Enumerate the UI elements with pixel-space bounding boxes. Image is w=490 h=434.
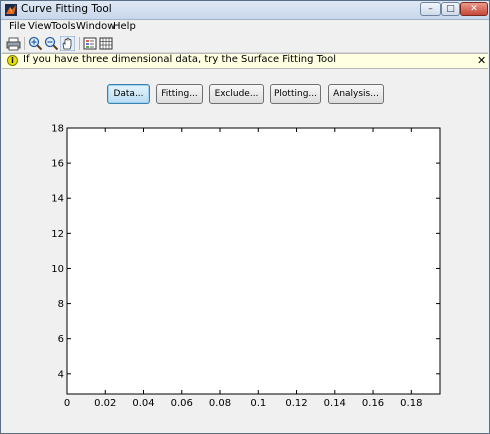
x-tick-label: 0.16 — [362, 398, 384, 409]
x-tick-label: 0.08 — [209, 398, 231, 409]
axes-plot: 4 6 8 10 12 14 16 18 0 0.02 0.04 0.06 0.08 0.1 0.12 0.1… — [51, 124, 441, 409]
x-tick-label: 0.06 — [171, 398, 193, 409]
y-tick-label: 4 — [58, 369, 64, 380]
x-tick-label: 0.02 — [94, 398, 116, 409]
x-tick-label: 0.1 — [250, 398, 266, 409]
x-tick-label: 0.18 — [400, 398, 422, 409]
x-tick-label: 0.14 — [324, 398, 346, 409]
x-tick-label: 0.12 — [285, 398, 307, 409]
y-tick-label: 18 — [51, 124, 64, 135]
y-tick-label: 6 — [58, 334, 64, 345]
y-tick-label: 16 — [51, 159, 64, 170]
y-tick-label: 8 — [58, 299, 64, 310]
axes-box[interactable] — [66, 127, 441, 395]
curve-fitting-window: Curve Fitting Tool – □ ✕ File View Tools… — [0, 0, 490, 434]
y-tick-label: 14 — [51, 194, 64, 205]
y-tick-label: 10 — [51, 264, 64, 275]
x-tick-label: 0 — [64, 398, 70, 409]
x-tick-label: 0.04 — [132, 398, 154, 409]
y-tick-label: 12 — [51, 229, 64, 240]
